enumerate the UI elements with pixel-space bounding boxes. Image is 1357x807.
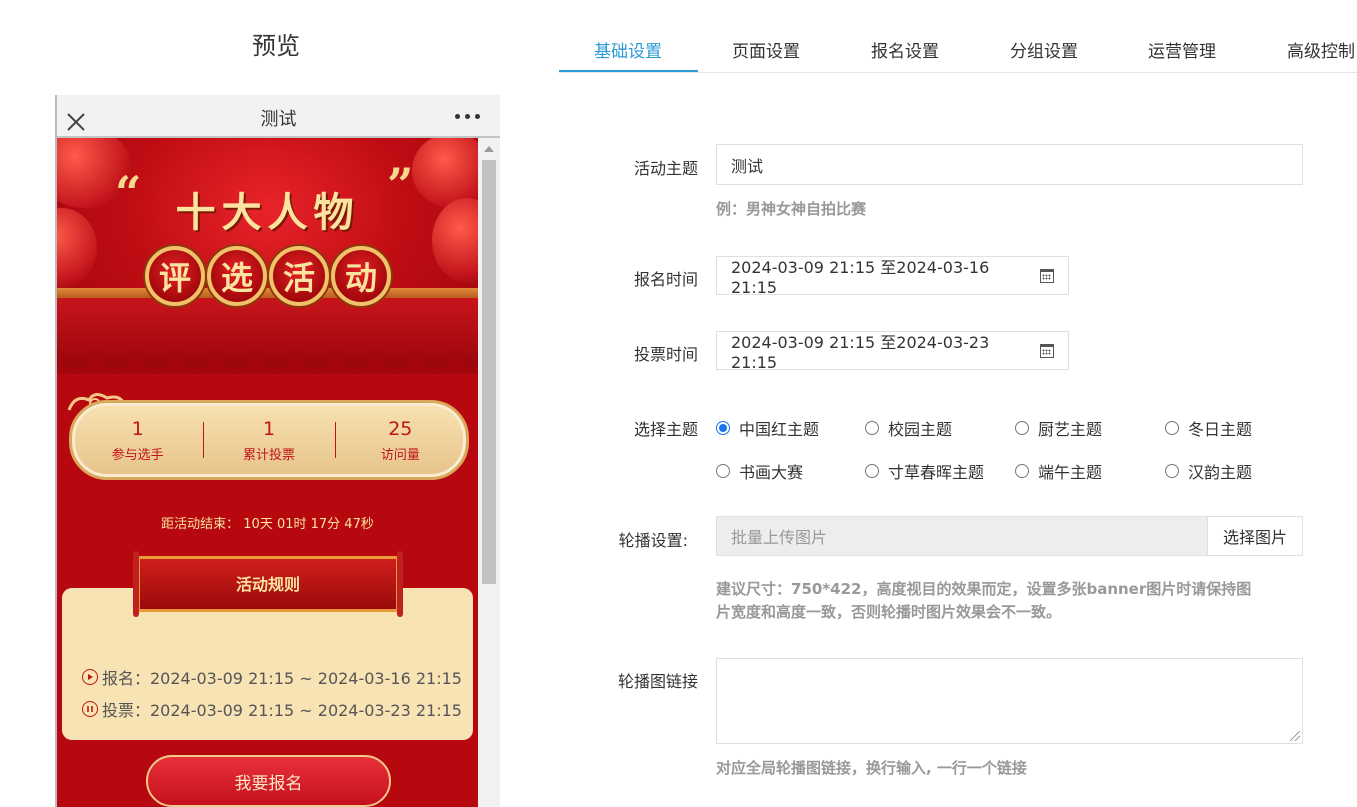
subtitle-char: 活 bbox=[269, 246, 329, 306]
tab-signup[interactable]: 报名设置 bbox=[871, 37, 939, 62]
topic-hint: 例：男神女神自拍比赛 bbox=[716, 200, 867, 218]
rules-title-scroll: 活动规则 bbox=[133, 551, 403, 617]
choose-image-button[interactable]: 选择图片 bbox=[1207, 517, 1302, 555]
scroll-up-icon[interactable] bbox=[484, 146, 494, 152]
active-tab-indicator bbox=[559, 70, 698, 72]
radio-checked-icon[interactable] bbox=[716, 421, 730, 435]
theme-option-calligraphy[interactable]: 书画大赛 bbox=[716, 459, 803, 483]
theme-option-dragon-boat[interactable]: 端午主题 bbox=[1015, 459, 1102, 483]
preview-heading: 预览 bbox=[252, 32, 300, 60]
theme-option-han[interactable]: 汉韵主题 bbox=[1165, 459, 1252, 483]
subtitle-char: 选 bbox=[207, 246, 267, 306]
tab-basic[interactable]: 基础设置 bbox=[594, 37, 662, 62]
subtitle-char: 动 bbox=[331, 246, 391, 306]
theme-label: 选择主题 bbox=[633, 420, 698, 439]
phone-title: 测试 bbox=[260, 109, 297, 130]
phone-title-bar: 测试 bbox=[57, 95, 500, 138]
radio-icon[interactable] bbox=[1165, 464, 1179, 478]
settings-tabs: 基础设置 页面设置 报名设置 分组设置 运营管理 高级控制 bbox=[559, 0, 1357, 73]
rule-vote-line: 投票：2024-03-09 21:15 ~ 2024-03-23 21:15 bbox=[82, 697, 462, 721]
theme-option-winter[interactable]: 冬日主题 bbox=[1165, 416, 1252, 440]
theme-option-spring[interactable]: 寸草春晖主题 bbox=[865, 459, 984, 483]
tab-operations[interactable]: 运营管理 bbox=[1148, 37, 1216, 62]
rules-title: 活动规则 bbox=[235, 575, 300, 594]
stat-visits: 25 访问量 bbox=[334, 418, 466, 463]
event-banner: “ ” 十大人物 评 选 活 动 bbox=[57, 138, 478, 374]
signup-button[interactable]: 我要报名 bbox=[146, 755, 391, 807]
carousel-links-label: 轮播图链接 bbox=[617, 672, 698, 691]
radio-icon[interactable] bbox=[865, 421, 879, 435]
radio-icon[interactable] bbox=[865, 464, 879, 478]
play-circle-icon bbox=[82, 669, 98, 685]
banner-subtitle: 评 选 活 动 bbox=[145, 246, 391, 306]
tab-advanced[interactable]: 高级控制 bbox=[1287, 37, 1355, 62]
stats-panel: 1 参与选手 1 累计投票 25 访问量 bbox=[69, 400, 469, 480]
vote-time-input[interactable]: 2024-03-09 21:15 至2024-03-23 21:15 bbox=[716, 331, 1069, 372]
carousel-links-hint: 对应全局轮播图链接，换行输入, 一行一个链接 bbox=[716, 759, 1027, 777]
theme-option-campus[interactable]: 校园主题 bbox=[865, 416, 952, 440]
carousel-hint-line1: 建议尺寸：750*422，高度视目的效果而定，设置多张banner图片时请保持图 bbox=[716, 580, 1252, 598]
radio-icon[interactable] bbox=[716, 464, 730, 478]
calendar-icon[interactable] bbox=[1040, 268, 1054, 283]
tab-page[interactable]: 页面设置 bbox=[732, 37, 800, 62]
scrollbar-thumb[interactable] bbox=[482, 160, 496, 584]
theme-option-china-red[interactable]: 中国红主题 bbox=[716, 416, 819, 440]
countdown-text: 距活动结束： 10天 01时 17分 47秒 bbox=[161, 517, 374, 532]
radio-icon[interactable] bbox=[1165, 421, 1179, 435]
stat-total-votes: 1 累计投票 bbox=[203, 418, 334, 463]
theme-option-cooking[interactable]: 厨艺主题 bbox=[1015, 416, 1102, 440]
carousel-hint-line2: 片宽度和高度一致，否则轮播时图片效果会不一致。 bbox=[716, 603, 1062, 621]
resize-handle-icon[interactable] bbox=[1290, 731, 1300, 741]
calendar-icon[interactable] bbox=[1040, 343, 1054, 358]
carousel-links-textarea[interactable] bbox=[716, 658, 1303, 744]
signup-time-label: 报名时间 bbox=[633, 270, 698, 289]
rule-signup-line: 报名：2024-03-09 21:15 ~ 2024-03-16 21:15 bbox=[82, 665, 462, 689]
vote-time-label: 投票时间 bbox=[633, 345, 698, 364]
radio-icon[interactable] bbox=[1015, 421, 1029, 435]
topic-label: 活动主题 bbox=[633, 159, 698, 178]
carousel-upload-input[interactable]: 批量上传图片 bbox=[717, 517, 1207, 555]
more-icon[interactable] bbox=[455, 107, 487, 125]
banner-title: 十大人物 bbox=[175, 189, 360, 236]
stat-participants: 1 参与选手 bbox=[111, 417, 164, 463]
carousel-upload: 批量上传图片 选择图片 bbox=[716, 516, 1303, 556]
subtitle-char: 评 bbox=[145, 246, 205, 306]
signup-time-input[interactable]: 2024-03-09 21:15 至2024-03-16 21:15 bbox=[716, 256, 1069, 297]
tab-group[interactable]: 分组设置 bbox=[1010, 37, 1078, 62]
phone-preview: 测试 “ ” 十大人物 评 选 活 动 1 参与选手 1 累计投票 25 访问量… bbox=[55, 95, 500, 807]
topic-input[interactable]: 测试 bbox=[716, 144, 1303, 185]
preview-scrollbar[interactable] bbox=[478, 138, 500, 807]
radio-icon[interactable] bbox=[1015, 464, 1029, 478]
carousel-label: 轮播设置: bbox=[618, 531, 688, 550]
preview-screen: “ ” 十大人物 评 选 活 动 1 参与选手 1 累计投票 25 访问量 距活… bbox=[57, 138, 478, 807]
pause-circle-icon bbox=[82, 701, 98, 717]
